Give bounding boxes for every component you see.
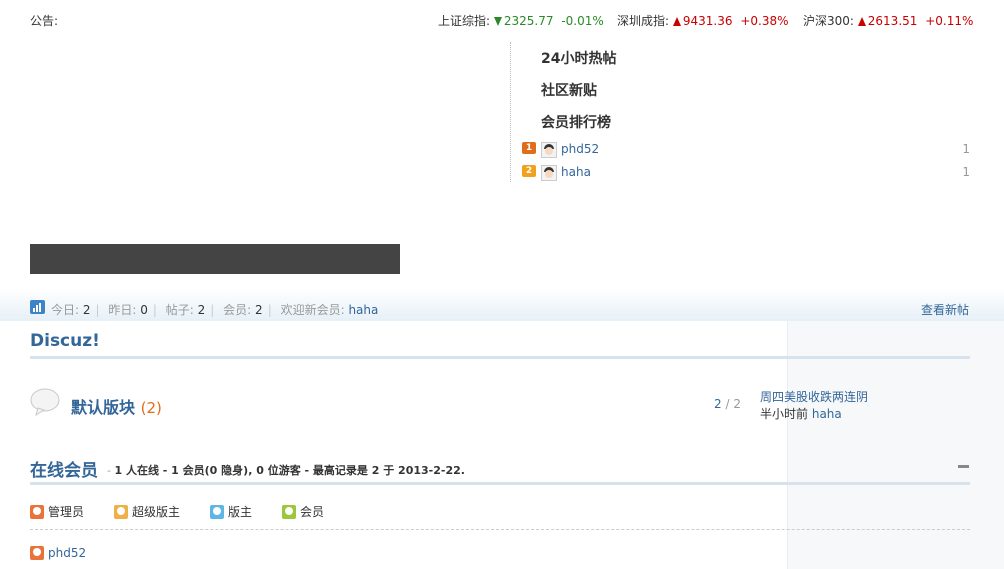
ticker-label: 沪深300: [803, 14, 854, 28]
ticker-label: 深圳成指: [617, 14, 670, 28]
stat-today: 2 [82, 303, 91, 317]
legend-admin: 管理员 [30, 503, 84, 520]
arrow-down-icon [493, 17, 502, 26]
forum-item[interactable]: 默认版块 (2) [71, 394, 162, 418]
arrow-up-icon [672, 17, 681, 26]
divider [30, 482, 970, 485]
post-count: 2 [733, 397, 741, 411]
arrow-up-icon [857, 17, 866, 26]
last-post-title-link[interactable]: 周四美股收跌两连阴 [760, 389, 868, 406]
last-post-user-link[interactable]: haha [812, 407, 842, 421]
ticker-change: +0.38% [740, 14, 789, 28]
stat-yesterday: 0 [140, 303, 148, 317]
dashed-divider [30, 529, 970, 530]
newest-member-link[interactable]: haha [348, 303, 378, 317]
user-supermod-icon [114, 505, 128, 519]
stat-label: 昨日: [108, 303, 137, 317]
stat-label: 欢迎新会员: [280, 303, 345, 317]
forum-stats: 今日: 2 | 昨日: 0 | 帖子: 2 | 会员: 2 | 欢迎新会员: haha [51, 303, 379, 317]
rank-badge: 2 [522, 165, 536, 177]
user-admin-icon [30, 546, 44, 560]
online-members-title[interactable]: 在线会员 [30, 456, 98, 481]
count-separator: / [725, 397, 730, 411]
last-post-time: 半小时前 [760, 407, 809, 421]
tab-newposts[interactable]: 社区新贴 [541, 80, 597, 100]
forum-bubble-icon [30, 388, 60, 416]
online-member-link[interactable]: phd52 [48, 546, 86, 560]
category-title[interactable]: Discuz! [30, 331, 100, 351]
rank-user-link[interactable]: haha [561, 165, 591, 179]
user-member-icon [282, 505, 296, 519]
ticker-shanghai[interactable]: 上证综指: 2325.77 -0.01% [438, 12, 604, 29]
stat-posts: 2 [197, 303, 206, 317]
stat-label: 会员: [223, 303, 252, 317]
view-new-posts-link[interactable]: 查看新帖 [921, 301, 969, 318]
avatar-icon [541, 142, 557, 158]
online-description: - 1 人在线 - 1 会员(0 隐身), 0 位游客 - 最高记录是 2 于 … [107, 462, 465, 478]
ticker-change: -0.01% [561, 14, 604, 28]
user-admin-icon [30, 505, 44, 519]
tab-hot24[interactable]: 24小时热帖 [541, 48, 616, 68]
rank-count: 1 [962, 165, 970, 179]
legend-super-mod: 超级版主 [114, 503, 180, 520]
rank-badge: 1 [522, 142, 536, 154]
ticker-label: 上证综指: [438, 14, 491, 28]
rank-count: 1 [962, 142, 970, 156]
legend-mod: 版主 [210, 503, 252, 520]
ticker-hs300[interactable]: 沪深300: 2613.51 +0.11% [803, 12, 973, 29]
user-mod-icon [210, 505, 224, 519]
ticker-value: 2613.51 [867, 14, 918, 28]
online-stats-text: 1 人在线 - 1 会员(0 隐身), 0 位游客 - 最高记录是 2 于 20… [114, 464, 465, 477]
ticker-shenzhen[interactable]: 深圳成指: 9431.36 +0.38% [617, 12, 789, 29]
avatar-icon [541, 165, 557, 181]
ticker-value: 9431.36 [682, 14, 733, 28]
stat-members: 2 [255, 303, 263, 317]
stat-label: 帖子: [165, 303, 194, 317]
last-post: 周四美股收跌两连阴 半小时前 haha [760, 389, 868, 423]
legend-member: 会员 [282, 503, 324, 520]
rank-user-link[interactable]: phd52 [561, 142, 599, 156]
ticker-change: +0.11% [925, 14, 974, 28]
thread-count: 2 [714, 397, 722, 411]
notice-label: 公告: [30, 14, 59, 28]
legend-label: 超级版主 [132, 505, 181, 519]
ticker-value: 2325.77 [503, 14, 554, 28]
legend-label: 版主 [228, 505, 253, 519]
forum-thread-post-count: 2 / 2 [714, 397, 741, 411]
bar-chart-icon [30, 300, 45, 314]
tab-ranking[interactable]: 会员排行榜 [541, 112, 611, 132]
divider [30, 356, 970, 359]
collapse-icon[interactable] [958, 465, 969, 468]
forum-today-count: (2) [140, 399, 162, 417]
stat-label: 今日: [51, 303, 80, 317]
legend-label: 会员 [300, 505, 325, 519]
forum-name-link[interactable]: 默认版块 [71, 398, 135, 417]
legend-label: 管理员 [48, 505, 85, 519]
online-member-item[interactable]: phd52 [30, 546, 86, 560]
banner-placeholder [30, 244, 400, 274]
